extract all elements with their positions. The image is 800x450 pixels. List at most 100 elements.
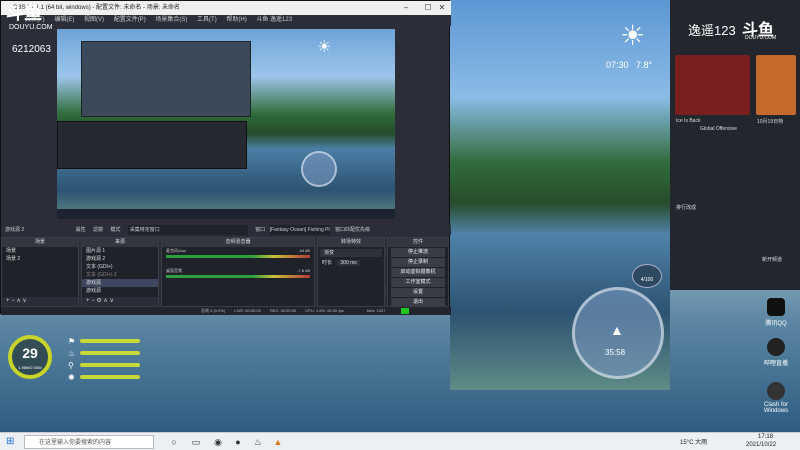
mixer-header: 音频混音器 [162, 238, 314, 247]
windows-start-icon[interactable]: ⊞ [6, 436, 18, 448]
priority-label: 窗口匹配优先级 [334, 227, 370, 233]
steam-icon[interactable]: ♨ [252, 436, 264, 448]
scenes-footer: + − ∧ ∨ [2, 297, 78, 306]
player-level: 29 [22, 345, 38, 361]
desktop-icon-qq[interactable]: 腾讯QQ [752, 298, 800, 327]
card-text-1: Ice Is Back [676, 118, 701, 124]
side-section: 排行改成 [676, 205, 697, 211]
desktop-icon-label: 腾讯QQ [765, 321, 787, 327]
controls-panel: 控件 停止推流 停止录制 启动虚拟摄像机 工作室模式 设置 退出 [387, 237, 449, 307]
bilibili-icon [767, 338, 785, 356]
bait-icon: ✺ [68, 373, 75, 382]
source-item[interactable]: 游戏源 [82, 287, 158, 295]
clash-icon [767, 382, 785, 400]
preview-taskbar [57, 209, 395, 219]
rec-timer: REC: 00:00:00 [269, 308, 297, 313]
settings-button[interactable]: 设置 [391, 288, 445, 297]
game-temperature: 7.8° [636, 60, 653, 70]
transition-duration: 时长 300 ms [318, 259, 384, 267]
menu-profile[interactable]: 配置文件(P) [114, 17, 146, 23]
virtual-camera-button[interactable]: 启动虚拟摄像机 [391, 268, 445, 277]
obs-window[interactable]: OBS 27.1.1 (64 bit, windows) - 配置文件: 未命名… [0, 0, 453, 315]
obs-taskbar-icon[interactable]: ◉ [212, 436, 224, 448]
promo-card-1[interactable] [675, 55, 750, 115]
streamer-name: 逸遥123 [688, 23, 736, 38]
desktop-icon-label: Clash for Windows [763, 402, 789, 414]
close-button[interactable]: ✕ [431, 1, 453, 15]
volume-meter[interactable] [166, 275, 310, 278]
weather-tray[interactable]: 15°C 大雨 [680, 437, 707, 446]
clock-date[interactable]: 2021/10/22 [746, 442, 776, 448]
clock-time[interactable]: 17:18 [758, 434, 773, 440]
taskbar: ⊞ 在这里输入你要搜索的内容 ○ ▭ ◉ ● ♨ ▲ 15°C 大雨 17:18… [0, 432, 800, 450]
game-taskbar-icon[interactable]: ▲ [272, 436, 284, 448]
obs-menubar: 文件(F) 编辑(E) 视图(V) 配置文件(P) 场景集合(S) 工具(T) … [1, 15, 451, 26]
preview-compass [301, 151, 337, 187]
scenes-header: 场景 [2, 238, 78, 247]
menu-help[interactable]: 帮助(H) [226, 17, 246, 23]
hud-bar-1 [80, 339, 140, 343]
source-item[interactable]: 文本 (GDI+) [82, 263, 158, 271]
menu-scene-collection[interactable]: 场景集合(S) [155, 17, 187, 23]
minimize-button[interactable]: – [395, 1, 417, 15]
douyu-side-sub: DOUYU.COM [745, 35, 777, 41]
controls-header: 控件 [388, 238, 448, 247]
capture-mode-select[interactable]: 采集特定窗口 [127, 225, 248, 235]
live-timer: LIVE: 00:00:00 [234, 308, 261, 313]
hud-bar-2 [80, 351, 140, 355]
scene-item[interactable]: 场景 2 [2, 255, 78, 263]
food-icon: ♨ [68, 349, 76, 358]
mixer-row-mic: 麦克风/Aux -inf dB [162, 247, 314, 258]
menu-view[interactable]: 视图(V) [84, 17, 104, 23]
qq-icon [767, 298, 785, 316]
stop-streaming-button[interactable]: 停止推流 [391, 248, 445, 257]
douyu-sub: DOUYU.COM [9, 24, 53, 31]
transitions-header: 转场特效 [318, 238, 384, 247]
window-select[interactable]: [Fantasy Ocean] Fishing Planet.exe [269, 225, 330, 235]
desktop-icon-clash[interactable]: Clash for Windows [752, 382, 800, 414]
studio-mode-button[interactable]: 工作室模式 [391, 278, 445, 287]
rod-icon: ⚑ [68, 337, 76, 346]
fish-counter: 4/100 [632, 264, 662, 288]
card-text-3: 10月19日特 [757, 119, 784, 125]
douyu-logo: 斗鱼 [6, 3, 42, 23]
duration-input[interactable]: 300 ms [337, 260, 360, 266]
mixer-channel-name: 桌面音频 [166, 268, 182, 273]
dropped-frames: 丢帧 0 (0.0%) [201, 308, 226, 313]
sources-header: 来源 [82, 238, 158, 247]
filters-button[interactable]: 滤镜 [93, 227, 103, 233]
sources-panel: 来源 图片源 1 游戏源 2 文本 (GDI+) 文本 (GDI+) 2 游戏源… [81, 237, 159, 307]
menu-douyu[interactable]: 斗鱼 逸遥123 [256, 17, 292, 23]
source-item[interactable]: 游戏源 [82, 279, 158, 287]
mixer-channel-name: 麦克风/Aux [166, 248, 187, 253]
source-item[interactable]: 文本 (GDI+) 2 [82, 271, 158, 279]
desktop-icon-bilibili[interactable]: 哔哩直播 [752, 338, 800, 367]
promo-card-2[interactable] [756, 55, 796, 115]
volume-meter[interactable] [166, 255, 310, 258]
transitions-panel: 转场特效 渐变 时长 300 ms [317, 237, 385, 307]
obs-statusbar: 丢帧 0 (0.0%) LIVE: 00:00:00 REC: 00:00:00… [1, 307, 451, 315]
desktop-icon-label: 哔哩直播 [763, 361, 788, 367]
card-text-2: Global Offensive [700, 126, 737, 132]
preview-sun-icon: ☀ [317, 39, 332, 56]
compass-arrow-icon: ▲ [610, 322, 624, 338]
duration-label: 时长 [322, 260, 333, 266]
cpu-usage: CPU: 1.6%, 60.00 fps [305, 308, 344, 313]
hud-bar-3 [80, 363, 140, 367]
properties-button[interactable]: 属性 [76, 227, 86, 233]
taskbar-search[interactable]: 在这里输入你要搜索的内容 [24, 435, 154, 449]
nested-preview [81, 41, 251, 117]
transition-select[interactable]: 渐变 [320, 249, 382, 257]
app-taskbar-icon[interactable]: ● [232, 436, 244, 448]
exit-button[interactable]: 退出 [391, 298, 445, 307]
scene-item[interactable]: 场景 [2, 247, 78, 255]
taskview-icon[interactable]: ▭ [190, 436, 202, 448]
source-item[interactable]: 图片源 1 [82, 247, 158, 255]
menu-tools[interactable]: 工具(T) [197, 17, 217, 23]
obs-title: OBS 27.1.1 (64 bit, windows) - 配置文件: 未命名… [1, 1, 451, 15]
bitrate: kb/s: 1027 [366, 308, 386, 313]
task-view-icon[interactable]: ○ [168, 436, 180, 448]
stop-recording-button[interactable]: 停止录制 [391, 258, 445, 267]
mixer-row-desktop: 桌面音频 -7.8 dB [162, 267, 314, 278]
source-item[interactable]: 游戏源 2 [82, 255, 158, 263]
